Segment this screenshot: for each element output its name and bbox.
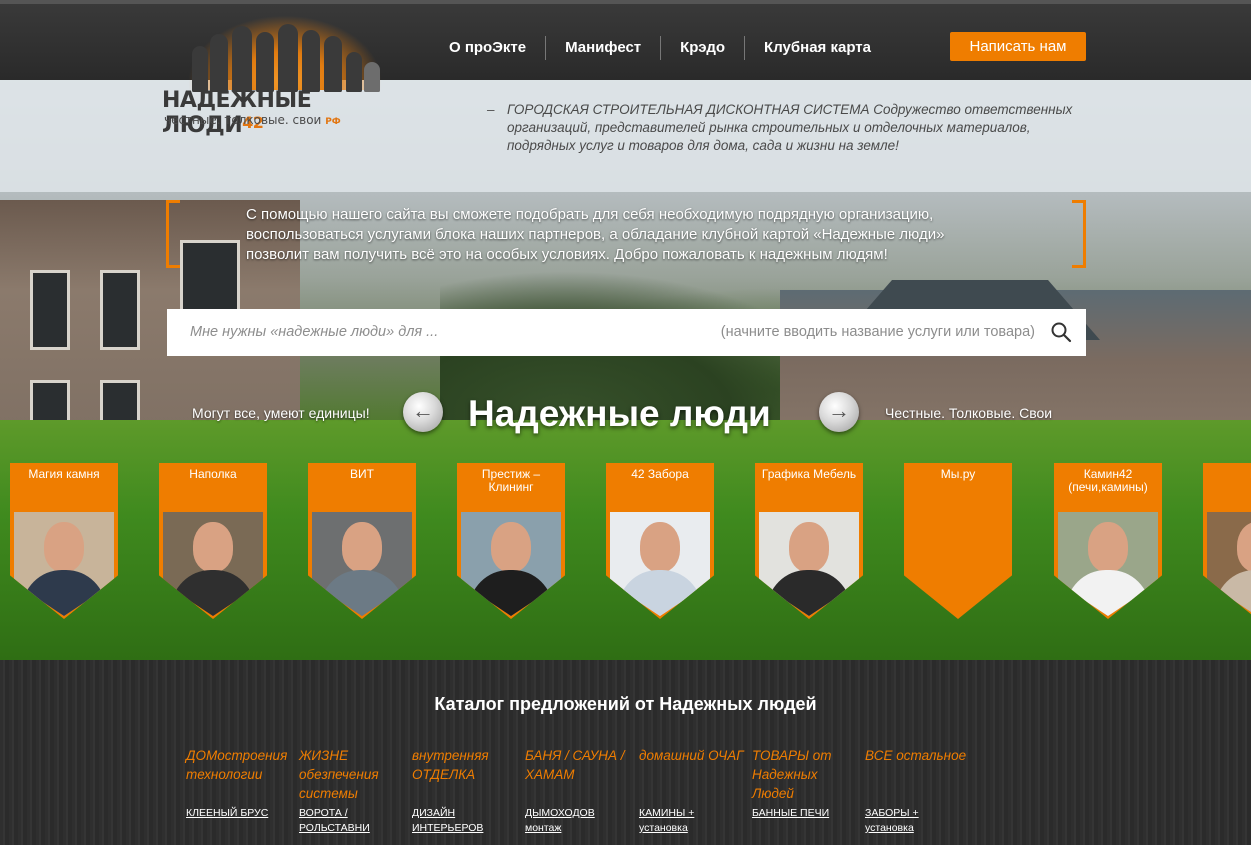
catalog-column: ЖИЗНЕ обезпечения системы ВОРОТА / РОЛЬС… <box>299 746 404 834</box>
partner-name: ВИТ <box>350 467 374 481</box>
catalog-category-link[interactable]: домашний ОЧАГ <box>639 746 744 765</box>
catalog-column: БАНЯ / САУНА / ХАМАМ ДЫМОХОДОВ монтаж <box>525 746 630 834</box>
nav-item-manifest[interactable]: Манифест <box>546 36 662 60</box>
intro-text: С помощью нашего сайта вы сможете подобр… <box>246 206 945 263</box>
motto-right: Честные. Толковые. Свои <box>885 405 1053 421</box>
catalog-category-link[interactable]: ДОМостроения технологии <box>186 746 291 784</box>
bracket-left <box>166 200 180 268</box>
write-us-button[interactable]: Написать нам <box>950 32 1086 61</box>
partner-card[interactable]: Кл <box>1203 463 1251 619</box>
partner-name: Наполка <box>189 467 237 481</box>
partner-name: Магия камня <box>28 467 100 481</box>
logo-subtitle-text: честные. толковые. свои <box>164 113 322 127</box>
logo-people-icon <box>192 24 382 92</box>
partner-card[interactable]: Престиж – Клининг <box>457 463 565 619</box>
partner-card[interactable]: Графика Мебель <box>755 463 863 619</box>
catalog-subcategory-link[interactable]: БАННЫЕ ПЕЧИ <box>752 806 829 821</box>
next-arrow-icon[interactable]: → <box>819 392 859 432</box>
catalog-subcategory-link[interactable]: КАМИНЫ + установка <box>639 806 744 836</box>
search-hint: (начните вводить название услуги или тов… <box>720 324 1035 340</box>
nav-item-club-card[interactable]: Клубная карта <box>745 36 890 60</box>
catalog-category-link[interactable]: БАНЯ / САУНА / ХАМАМ <box>525 746 630 784</box>
partner-name: Камин42 (печи,камины) <box>1068 467 1148 494</box>
catalog-column: внутренняя ОТДЕЛКА ДИЗАЙН ИНТЕРЬЕРОВ <box>412 746 517 834</box>
partner-card[interactable]: Магия камня <box>10 463 118 619</box>
partner-photo <box>461 512 561 616</box>
catalog-column: домашний ОЧАГ КАМИНЫ + установка <box>639 746 744 834</box>
search-icon[interactable] <box>1050 321 1072 343</box>
tagline-text: ГОРОДСКАЯ СТРОИТЕЛЬНАЯ ДИСКОНТНАЯ СИСТЕМ… <box>507 102 1073 153</box>
logo-domain: РФ <box>325 117 341 127</box>
catalog-subcategory-link[interactable]: ДЫМОХОДОВ монтаж <box>525 806 630 836</box>
search-bar[interactable]: Мне нужны «надежные люди» для ... (начни… <box>167 309 1086 356</box>
catalog-category-link[interactable]: ЖИЗНЕ обезпечения системы <box>299 746 404 803</box>
partner-card[interactable]: Наполка <box>159 463 267 619</box>
catalog-subcategory-link[interactable]: ВОРОТА / РОЛЬСТАВНИ <box>299 806 404 836</box>
bracket-right <box>1072 200 1086 268</box>
partner-photo <box>610 512 710 616</box>
catalog-column: ВСЕ остальное ЗАБОРЫ + установка <box>865 746 970 834</box>
partner-card[interactable]: Камин42 (печи,камины) <box>1054 463 1162 619</box>
catalog-category-link[interactable]: внутренняя ОТДЕЛКА <box>412 746 517 784</box>
catalog-category-link[interactable]: ВСЕ остальное <box>865 746 970 765</box>
tagline-dash: – <box>487 102 495 117</box>
tagline: – ГОРОДСКАЯ СТРОИТЕЛЬНАЯ ДИСКОНТНАЯ СИСТ… <box>487 101 1097 155</box>
catalog-subcategory-link[interactable]: ЗАБОРЫ + установка <box>865 806 970 836</box>
partner-card[interactable]: ВИТ <box>308 463 416 619</box>
main-nav: О проЭкте Манифест Крэдо Клубная карта <box>430 36 890 60</box>
partner-photo <box>1207 512 1251 616</box>
partner-name: Графика Мебель <box>761 467 857 481</box>
nav-item-project[interactable]: О проЭкте <box>430 36 547 60</box>
partners-carousel: Магия камня Наполка ВИТ Престиж – Клинин… <box>0 463 1251 623</box>
intro-block: С помощью нашего сайта вы сможете подобр… <box>166 200 1086 268</box>
partner-photo <box>759 512 859 616</box>
motto-left: Могут все, умеют единицы! <box>192 405 370 421</box>
search-input[interactable]: Мне нужны «надежные люди» для ... <box>190 324 438 340</box>
partner-name: Престиж – Клининг <box>481 467 541 494</box>
prev-arrow-icon[interactable]: ← <box>403 392 443 432</box>
partner-card[interactable]: 42 Забора <box>606 463 714 619</box>
partner-name: Кл <box>1207 468 1251 481</box>
catalog-title: Каталог предложений от Надежных людей <box>434 694 817 714</box>
nav-item-credo[interactable]: Крэдо <box>661 36 746 60</box>
logo-subtitle: честные. толковые. свои РФ <box>164 113 341 127</box>
partner-name: 42 Забора <box>631 467 689 481</box>
catalog-subcategory-link[interactable]: КЛЕЕНЫЙ БРУС <box>186 806 268 821</box>
partner-photo <box>163 512 263 616</box>
partner-photo <box>312 512 412 616</box>
catalog-column: ДОМостроения технологии КЛЕЕНЫЙ БРУС <box>186 746 291 819</box>
site-logo[interactable]: НАДЁЖНЫЕ ЛЮДИ42 честные. толковые. свои … <box>162 10 412 138</box>
catalog-column: ТОВАРЫ от Надежных Людей БАННЫЕ ПЕЧИ <box>752 746 857 819</box>
partner-card[interactable]: Мы.ру <box>904 463 1012 619</box>
partner-name: Мы.ру <box>940 467 976 481</box>
partner-photo <box>1058 512 1158 616</box>
catalog-category-link[interactable]: ТОВАРЫ от Надежных Людей <box>752 746 857 803</box>
headline-title: Надежные люди <box>468 393 771 434</box>
catalog-subcategory-link[interactable]: ДИЗАЙН ИНТЕРЬЕРОВ <box>412 806 517 836</box>
partner-photo <box>14 512 114 616</box>
